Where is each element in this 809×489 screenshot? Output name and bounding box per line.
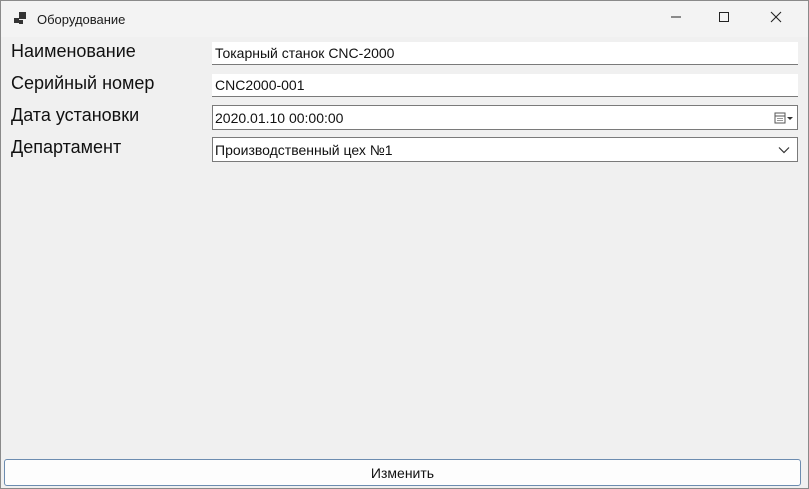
close-icon (770, 10, 782, 28)
app-icon (12, 11, 28, 27)
maximize-icon (718, 10, 730, 28)
name-value: Токарный станок CNC-2000 (215, 45, 395, 61)
department-value: Производственный цех №1 (215, 141, 393, 158)
name-input[interactable]: Токарный станок CNC-2000 (212, 42, 798, 65)
equipment-window: Оборудование Наименование Токарный стано… (0, 0, 809, 489)
minimize-button[interactable] (653, 1, 699, 37)
install-date-label: Дата установки (11, 105, 140, 125)
department-label: Департамент (11, 137, 122, 157)
name-label: Наименование (11, 41, 136, 61)
maximize-button[interactable] (701, 1, 747, 37)
close-button[interactable] (753, 1, 799, 37)
serial-number-value: CNC2000-001 (215, 77, 305, 93)
department-select[interactable]: Производственный цех №1 (212, 137, 798, 162)
install-date-picker[interactable]: 2020.01.10 00:00:00 (212, 105, 798, 130)
install-date-value: 2020.01.10 00:00:00 (215, 109, 344, 126)
title-bar[interactable]: Оборудование (1, 1, 808, 37)
calendar-icon[interactable] (771, 106, 797, 129)
chevron-down-icon[interactable] (771, 138, 797, 161)
serial-label: Серийный номер (11, 73, 155, 93)
change-button[interactable]: Изменить (4, 459, 801, 486)
window-title: Оборудование (37, 12, 126, 27)
serial-number-input[interactable]: CNC2000-001 (212, 74, 798, 97)
minimize-icon (670, 10, 682, 28)
